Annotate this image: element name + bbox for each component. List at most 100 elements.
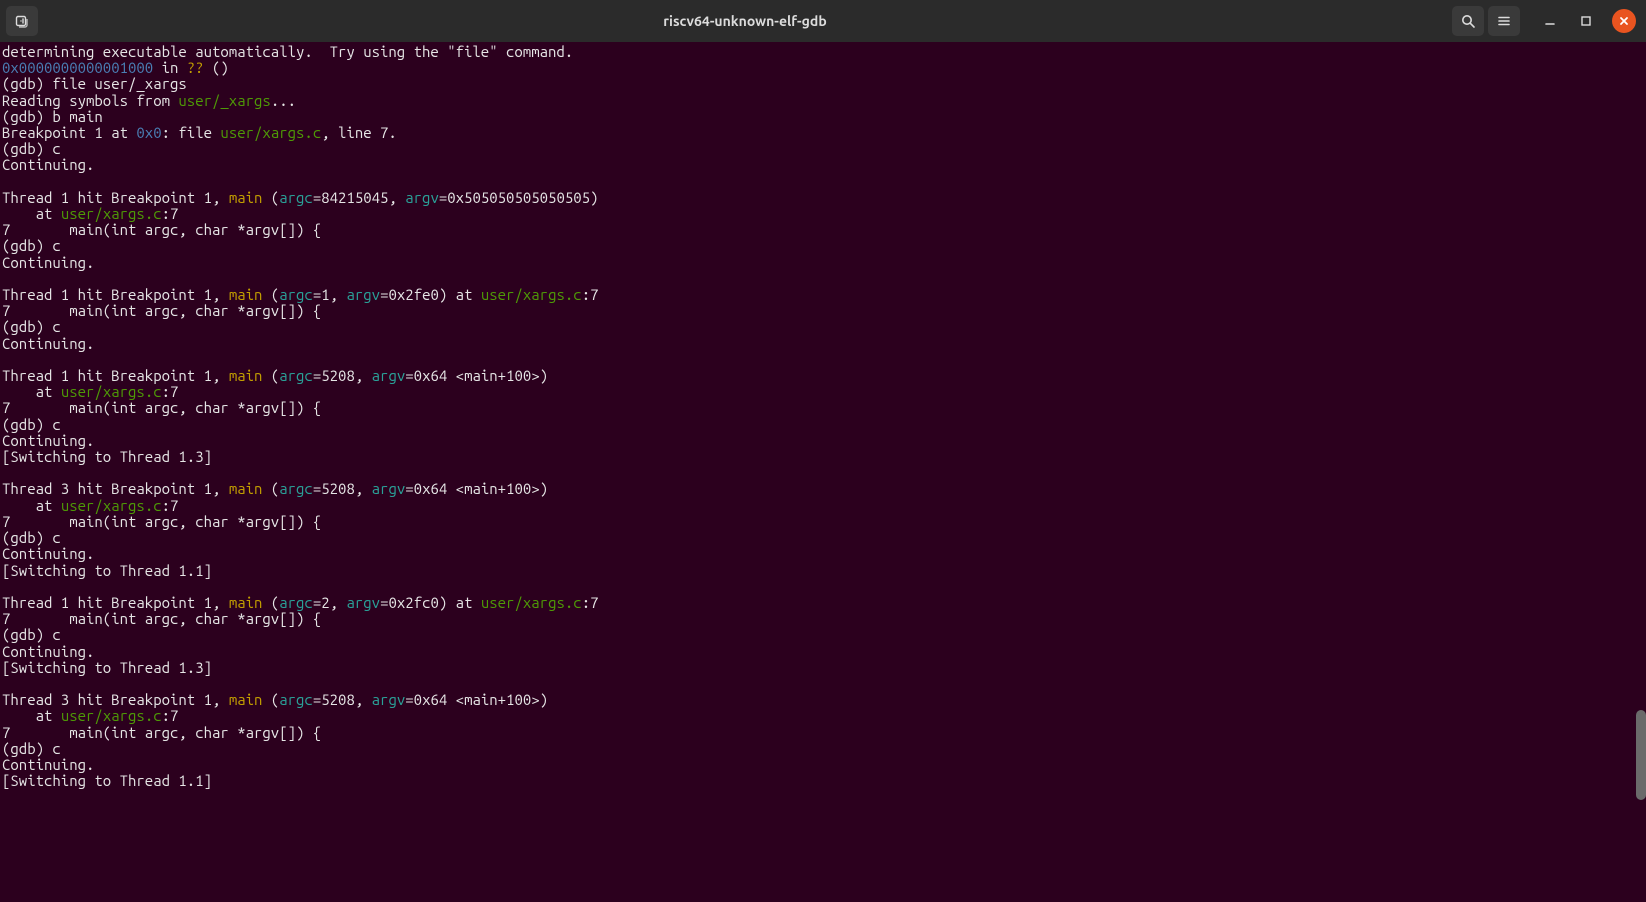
terminal-line: 7 main(int argc, char *argv[]) {: [2, 611, 1644, 627]
terminal-text: main: [229, 189, 263, 206]
terminal-text: (gdb) c: [2, 237, 61, 254]
terminal-line: Thread 1 hit Breakpoint 1, main (argc=1,…: [2, 287, 1644, 303]
terminal-text: =0x64 <main+100>): [405, 480, 548, 497]
terminal-line: 0x0000000000001000 in ?? (): [2, 60, 1644, 76]
search-button[interactable]: [1452, 6, 1484, 36]
terminal-line: (gdb) c: [2, 530, 1644, 546]
terminal-line: [2, 352, 1644, 368]
terminal-line: determining executable automatically. Tr…: [2, 44, 1644, 60]
terminal-text: =0x2fe0) at: [380, 286, 481, 303]
terminal-text: user/xargs.c: [220, 124, 321, 141]
terminal-line: (gdb) file user/_xargs: [2, 76, 1644, 92]
terminal-text: Thread 1 hit Breakpoint 1,: [2, 189, 229, 206]
terminal-text: , line 7.: [321, 124, 397, 141]
terminal-line: Thread 1 hit Breakpoint 1, main (argc=2,…: [2, 595, 1644, 611]
terminal-text: (gdb) c: [2, 529, 61, 546]
terminal-text: =84215045,: [313, 189, 405, 206]
scrollbar[interactable]: [1634, 42, 1646, 902]
terminal-line: (gdb) b main: [2, 109, 1644, 125]
minimize-button[interactable]: [1534, 6, 1566, 36]
terminal-text: (): [204, 59, 229, 76]
terminal-line: 7 main(int argc, char *argv[]) {: [2, 725, 1644, 741]
terminal-line: [Switching to Thread 1.3]: [2, 660, 1644, 676]
terminal-text: =0x64 <main+100>): [405, 367, 548, 384]
terminal-line: [2, 174, 1644, 190]
terminal-text: 7 main(int argc, char *argv[]) {: [2, 399, 321, 416]
terminal-text: 7 main(int argc, char *argv[]) {: [2, 610, 321, 627]
terminal-text: 7 main(int argc, char *argv[]) {: [2, 724, 321, 741]
terminal-line: (gdb) c: [2, 417, 1644, 433]
terminal-line: at user/xargs.c:7: [2, 206, 1644, 222]
minimize-icon: [1543, 14, 1557, 28]
terminal-line: Continuing.: [2, 433, 1644, 449]
terminal-text: =5208,: [313, 367, 372, 384]
terminal-text: main: [229, 367, 263, 384]
terminal-text: Continuing.: [2, 756, 94, 773]
terminal-line: (gdb) c: [2, 319, 1644, 335]
terminal-text: user/xargs.c: [481, 594, 582, 611]
terminal-text: (gdb) c: [2, 140, 61, 157]
terminal-text: :7: [162, 205, 179, 222]
terminal-line: Reading symbols from user/_xargs...: [2, 93, 1644, 109]
terminal-text: =0x64 <main+100>): [405, 691, 548, 708]
terminal-text: (gdb) c: [2, 416, 61, 433]
terminal-line: Continuing.: [2, 336, 1644, 352]
terminal-line: 7 main(int argc, char *argv[]) {: [2, 303, 1644, 319]
terminal-text: (: [262, 691, 279, 708]
terminal-text: argc: [279, 594, 313, 611]
terminal-text: main: [229, 691, 263, 708]
terminal-text: :7: [162, 707, 179, 724]
terminal-line: Breakpoint 1 at 0x0: file user/xargs.c, …: [2, 125, 1644, 141]
terminal-line: Continuing.: [2, 157, 1644, 173]
terminal-text: (gdb) c: [2, 740, 61, 757]
terminal-line: [2, 676, 1644, 692]
terminal-text: argv: [346, 286, 380, 303]
terminal-line: Continuing.: [2, 757, 1644, 773]
scrollbar-thumb[interactable]: [1636, 710, 1646, 800]
terminal-line: 7 main(int argc, char *argv[]) {: [2, 222, 1644, 238]
terminal-text: 7 main(int argc, char *argv[]) {: [2, 221, 321, 238]
terminal-text: Continuing.: [2, 335, 94, 352]
terminal-text: determining executable automatically. Tr…: [2, 43, 573, 60]
terminal-text: 0x0000000000001000: [2, 59, 153, 76]
window-title: riscv64-unknown-elf-gdb: [42, 13, 1448, 29]
terminal-text: ...: [271, 92, 296, 109]
terminal-text: argv: [372, 367, 406, 384]
terminal-line: at user/xargs.c:7: [2, 498, 1644, 514]
terminal-text: (: [262, 367, 279, 384]
terminal-line: (gdb) c: [2, 141, 1644, 157]
terminal-line: [Switching to Thread 1.1]: [2, 563, 1644, 579]
terminal-text: : file: [162, 124, 221, 141]
terminal-text: argc: [279, 367, 313, 384]
terminal-text: argc: [279, 189, 313, 206]
terminal-line: [2, 271, 1644, 287]
terminal-text: Continuing.: [2, 156, 94, 173]
terminal-text: [Switching to Thread 1.3]: [2, 448, 212, 465]
terminal-text: Continuing.: [2, 254, 94, 271]
terminal-text: =2,: [313, 594, 347, 611]
terminal-line: Thread 1 hit Breakpoint 1, main (argc=84…: [2, 190, 1644, 206]
terminal-text: user/xargs.c: [61, 707, 162, 724]
terminal-text: :7: [162, 497, 179, 514]
hamburger-menu-button[interactable]: [1488, 6, 1520, 36]
new-tab-button[interactable]: [6, 6, 38, 36]
terminal-text: 7 main(int argc, char *argv[]) {: [2, 302, 321, 319]
terminal-line: (gdb) c: [2, 627, 1644, 643]
terminal-text: (gdb) c: [2, 318, 61, 335]
new-tab-icon: [14, 13, 30, 29]
terminal-line: [Switching to Thread 1.1]: [2, 773, 1644, 789]
terminal-output[interactable]: determining executable automatically. Tr…: [0, 42, 1646, 806]
terminal-text: argc: [279, 480, 313, 497]
maximize-button[interactable]: [1570, 6, 1602, 36]
terminal-text: (: [262, 189, 279, 206]
terminal-text: =1,: [313, 286, 347, 303]
terminal-text: Thread 1 hit Breakpoint 1,: [2, 286, 229, 303]
close-button[interactable]: [1612, 9, 1636, 33]
terminal-line: Continuing.: [2, 546, 1644, 562]
terminal-line: (gdb) c: [2, 741, 1644, 757]
terminal-text: user/xargs.c: [61, 383, 162, 400]
terminal-text: :7: [162, 383, 179, 400]
terminal-text: [Switching to Thread 1.3]: [2, 659, 212, 676]
terminal-text: (gdb) c: [2, 626, 61, 643]
terminal-line: Continuing.: [2, 255, 1644, 271]
